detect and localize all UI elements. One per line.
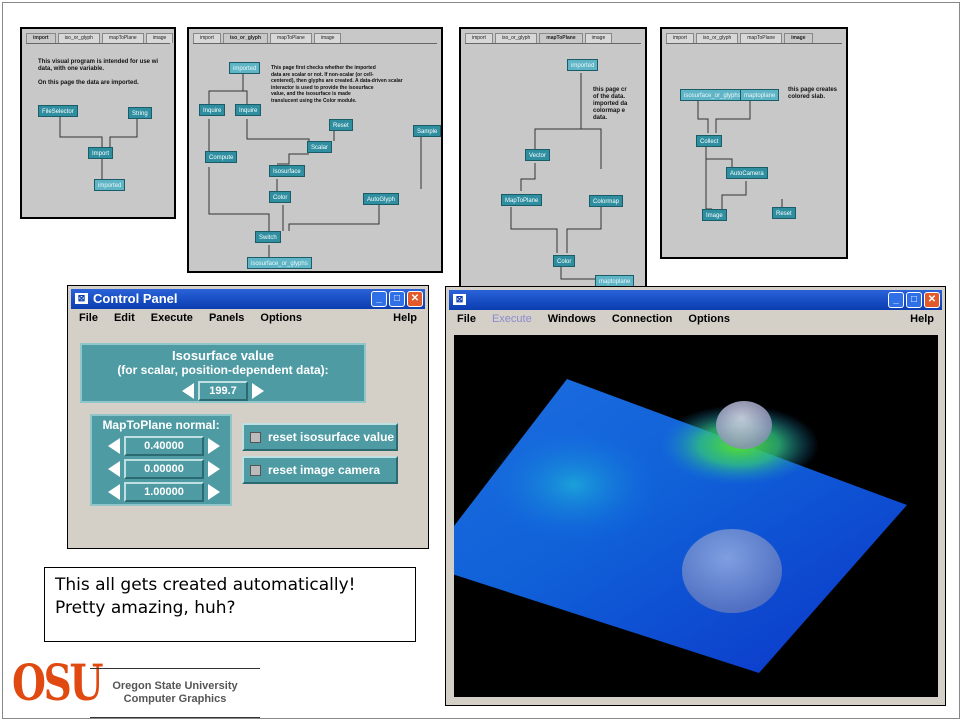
maximize-icon[interactable]: □ xyxy=(389,291,405,307)
window-title: Control Panel xyxy=(93,291,178,306)
module-autoglyph[interactable]: AutoGlyph xyxy=(363,193,400,205)
menu-help[interactable]: Help xyxy=(910,313,934,329)
module-reset[interactable]: Reset xyxy=(329,119,353,131)
isosurface-blob xyxy=(682,529,782,613)
control-panel-window: ⊠ Control Panel _ □ ✕ File Edit Execute … xyxy=(67,285,429,549)
module-image[interactable]: Image xyxy=(702,209,727,221)
module-isosurface-or-glyphs[interactable]: isosurface_or_glyphs xyxy=(680,89,745,101)
menu-panels[interactable]: Panels xyxy=(209,312,244,328)
normal-z-stepper: 1.00000 xyxy=(108,481,220,503)
rendered-scene xyxy=(424,379,907,673)
toggle-checkbox-icon xyxy=(250,465,261,476)
module-color[interactable]: Color xyxy=(553,255,576,267)
isosurface-interactor: Isosurface value (for scalar, position-d… xyxy=(80,343,366,403)
normal-y-stepper: 0.00000 xyxy=(108,458,220,480)
wires xyxy=(510,73,605,280)
menu-execute[interactable]: Execute xyxy=(151,312,193,328)
network-thumbnail-iso-or-glyph: import iso_or_glyph mapToPlane image Thi… xyxy=(187,27,443,273)
module-import[interactable]: Import xyxy=(88,147,114,159)
increment-arrow-icon[interactable] xyxy=(208,484,220,500)
isosurface-value-field[interactable]: 199.7 xyxy=(198,381,248,401)
menu-connection[interactable]: Connection xyxy=(612,313,673,329)
maximize-icon[interactable]: □ xyxy=(906,292,922,308)
normal-label: MapToPlane normal: xyxy=(102,418,220,432)
network-thumbnail-maptoplane: import iso_or_glyph mapToPlane image thi… xyxy=(459,27,647,311)
toggle-checkbox-icon xyxy=(250,432,261,443)
close-icon[interactable]: ✕ xyxy=(924,292,940,308)
normal-z-field[interactable]: 1.00000 xyxy=(124,482,204,502)
menu-windows[interactable]: Windows xyxy=(548,313,596,329)
increment-arrow-icon[interactable] xyxy=(208,461,220,477)
menu-bar: File Execute Windows Connection Options … xyxy=(449,313,942,329)
module-inquire[interactable]: Inquire xyxy=(199,104,226,116)
module-imported[interactable]: imported xyxy=(229,62,261,74)
module-inquire[interactable]: Inquire xyxy=(235,104,262,116)
university-label: Oregon State University Computer Graphic… xyxy=(90,668,260,718)
normal-y-field[interactable]: 0.00000 xyxy=(124,459,204,479)
module-sample[interactable]: Sample xyxy=(413,125,441,137)
module-vector[interactable]: Vector xyxy=(525,149,551,161)
decrement-arrow-icon[interactable] xyxy=(181,383,194,399)
menu-help[interactable]: Help xyxy=(393,312,417,328)
module-colormap[interactable]: Colormap xyxy=(589,195,624,207)
module-isosurface[interactable]: Isosurface xyxy=(269,165,305,177)
network-thumbnail-image: import iso_or_glyph mapToPlane image thi… xyxy=(660,27,848,259)
module-color[interactable]: Color xyxy=(269,191,292,203)
module-imported[interactable]: imported xyxy=(567,59,599,71)
module-compute[interactable]: Compute xyxy=(205,151,238,163)
render-canvas[interactable] xyxy=(424,335,938,697)
close-icon[interactable]: ✕ xyxy=(407,291,423,307)
minimize-icon[interactable]: _ xyxy=(371,291,387,307)
window-titlebar[interactable]: ⊠ _ □ ✕ xyxy=(449,290,942,310)
minimize-icon[interactable]: _ xyxy=(888,292,904,308)
module-isosurface-or-glyphs[interactable]: isosurface_or_glyphs xyxy=(247,257,312,269)
reset-camera-label: reset image camera xyxy=(268,463,381,477)
module-maptoplane[interactable]: MapToPlane xyxy=(501,194,543,206)
reset-isosurface-label: reset isosurface value xyxy=(268,430,395,444)
menu-execute[interactable]: Execute xyxy=(492,313,532,329)
caption-line: Pretty amazing, huh? xyxy=(55,598,236,618)
decrement-arrow-icon[interactable] xyxy=(108,484,120,500)
menu-edit[interactable]: Edit xyxy=(114,312,135,328)
increment-arrow-icon[interactable] xyxy=(252,383,265,399)
decrement-arrow-icon[interactable] xyxy=(108,438,120,454)
app-icon: ⊠ xyxy=(453,294,466,305)
module-string[interactable]: String xyxy=(128,107,152,119)
isosurface-blob xyxy=(716,401,772,449)
module-switch[interactable]: Switch xyxy=(255,231,281,243)
window-titlebar[interactable]: ⊠ Control Panel _ □ ✕ xyxy=(71,289,425,309)
osu-logo: OSU xyxy=(12,653,103,712)
network-thumbnail-import: import iso_or_glyph mapToPlane image Thi… xyxy=(20,27,176,219)
module-reset[interactable]: Reset xyxy=(772,207,796,219)
increment-arrow-icon[interactable] xyxy=(208,438,220,454)
module-fileselector[interactable]: FileSelector xyxy=(38,105,78,117)
module-scalar[interactable]: Scalar xyxy=(307,141,333,153)
caption-line: This all gets created automatically! xyxy=(55,575,356,595)
module-autocamera[interactable]: AutoCamera xyxy=(726,167,768,179)
normal-x-stepper: 0.40000 xyxy=(108,435,220,457)
reset-isosurface-button[interactable]: reset isosurface value xyxy=(242,423,398,451)
caption-box: This all gets created automatically! Pre… xyxy=(44,567,416,642)
module-collect[interactable]: Collect xyxy=(696,135,723,147)
maptoplane-normal-interactor: MapToPlane normal: 0.40000 0.00000 1.000… xyxy=(90,414,232,506)
image-window: ⊠ _ □ ✕ File Execute Windows Connection … xyxy=(424,286,946,706)
app-icon: ⊠ xyxy=(75,293,88,304)
menu-options[interactable]: Options xyxy=(688,313,730,329)
menu-bar: File Edit Execute Panels Options Help xyxy=(71,312,425,328)
module-maptoplane[interactable]: maptoplane xyxy=(740,89,780,101)
menu-file[interactable]: File xyxy=(457,313,476,329)
isosurface-label: Isosurface value xyxy=(172,348,274,363)
wires xyxy=(697,101,786,210)
menu-options[interactable]: Options xyxy=(260,312,302,328)
menu-file[interactable]: File xyxy=(79,312,98,328)
module-imported[interactable]: imported xyxy=(94,179,126,191)
isosurface-sublabel: (for scalar, position-dependent data): xyxy=(117,363,329,377)
decrement-arrow-icon[interactable] xyxy=(108,461,120,477)
reset-camera-button[interactable]: reset image camera xyxy=(242,456,398,484)
normal-x-field[interactable]: 0.40000 xyxy=(124,436,204,456)
